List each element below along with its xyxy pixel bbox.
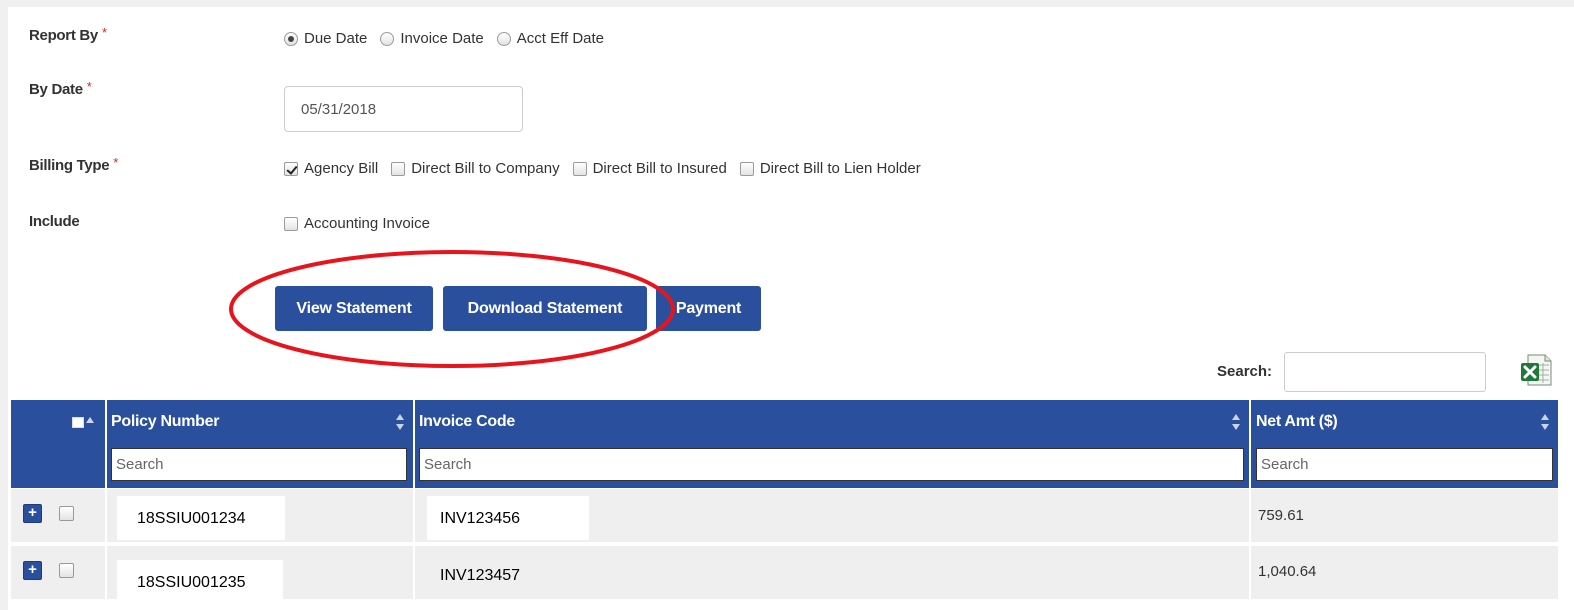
- direct-bill-company-checkbox[interactable]: Direct Bill to Company: [391, 160, 560, 177]
- column-divider: [1249, 546, 1251, 599]
- net-amt-search-input[interactable]: [1256, 448, 1553, 481]
- invoice-code-cell: INV123457: [440, 567, 521, 584]
- radio-icon[interactable]: [380, 31, 395, 46]
- table-row[interactable]: + 18SSIU001234 INV123456 759.61: [11, 489, 1558, 544]
- report-by-label: Report By *: [29, 25, 107, 44]
- accounting-invoice-checkbox[interactable]: Accounting Invoice: [284, 215, 430, 232]
- sort-icon[interactable]: [395, 412, 405, 432]
- net-amt-cell: 759.61: [1258, 507, 1304, 524]
- download-statement-button[interactable]: Download Statement: [443, 286, 647, 331]
- invoice-code-column-header[interactable]: Invoice Code: [415, 400, 1249, 488]
- net-amt-column-header[interactable]: Net Amt ($): [1251, 400, 1558, 488]
- top-border: [0, 0, 1574, 7]
- net-amt-cell: 1,040.64: [1258, 563, 1317, 580]
- direct-bill-lien-holder-checkbox[interactable]: Direct Bill to Lien Holder: [739, 160, 921, 177]
- table-search-label: Search:: [1217, 363, 1273, 380]
- column-divider: [413, 489, 415, 542]
- plus-icon[interactable]: +: [23, 504, 42, 523]
- table-header: Policy Number Invoice Code Net Amt ($): [11, 400, 1558, 488]
- policy-number-header-label: Policy Number: [111, 413, 220, 430]
- report-by-due-date-radio[interactable]: Due Date: [284, 30, 367, 47]
- row-select-checkbox[interactable]: [59, 563, 74, 578]
- plus-icon[interactable]: +: [23, 561, 42, 580]
- column-divider: [105, 546, 107, 599]
- table-row[interactable]: + 18SSIU001235 INV123457 1,040.64: [11, 546, 1558, 604]
- invoice-code-header-label: Invoice Code: [419, 413, 515, 430]
- policy-number-cell: 18SSIU001234: [137, 510, 246, 527]
- billing-type-label: Billing Type *: [29, 155, 119, 174]
- payment-button[interactable]: Payment: [656, 286, 761, 331]
- policy-number-cell: 18SSIU001235: [137, 574, 246, 591]
- select-column-header: [11, 400, 105, 488]
- row-select-checkbox[interactable]: [59, 506, 74, 521]
- include-options: Accounting Invoice: [284, 215, 443, 232]
- checkbox-icon[interactable]: [391, 161, 406, 176]
- checkbox-icon[interactable]: [284, 216, 298, 231]
- by-date-input[interactable]: [284, 86, 523, 132]
- column-divider: [413, 546, 415, 599]
- report-by-options: Due Date Invoice Date Acct Eff Date: [284, 30, 617, 47]
- checkbox-icon[interactable]: [572, 161, 587, 176]
- net-amt-header-label: Net Amt ($): [1256, 413, 1338, 430]
- by-date-label: By Date *: [29, 79, 92, 98]
- include-label: Include: [29, 213, 80, 230]
- billing-type-options: Agency Bill Direct Bill to Company Direc…: [284, 160, 934, 177]
- invoice-code-search-input[interactable]: [419, 448, 1244, 481]
- policy-number-column-header[interactable]: Policy Number: [107, 400, 413, 488]
- checkbox-icon[interactable]: [739, 161, 754, 176]
- agency-bill-checkbox[interactable]: Agency Bill: [284, 160, 378, 177]
- radio-icon[interactable]: [284, 31, 298, 46]
- direct-bill-insured-checkbox[interactable]: Direct Bill to Insured: [572, 160, 727, 177]
- sort-icon[interactable]: [1540, 412, 1550, 432]
- view-statement-button[interactable]: View Statement: [275, 286, 433, 331]
- column-divider: [1249, 489, 1251, 542]
- report-by-acct-eff-date-radio[interactable]: Acct Eff Date: [496, 30, 604, 47]
- table-search-input[interactable]: [1284, 352, 1486, 392]
- select-all-checkbox[interactable]: [72, 417, 84, 428]
- left-border: [0, 0, 8, 610]
- invoice-code-cell: INV123456: [440, 510, 521, 527]
- policy-number-search-input[interactable]: [111, 448, 407, 481]
- radio-icon[interactable]: [496, 31, 511, 46]
- sort-icon[interactable]: [1231, 412, 1241, 432]
- column-divider: [105, 489, 107, 542]
- sort-up-icon[interactable]: [86, 417, 94, 423]
- report-by-invoice-date-radio[interactable]: Invoice Date: [380, 30, 484, 47]
- checkbox-icon[interactable]: [284, 161, 298, 176]
- excel-export-icon[interactable]: [1519, 353, 1553, 387]
